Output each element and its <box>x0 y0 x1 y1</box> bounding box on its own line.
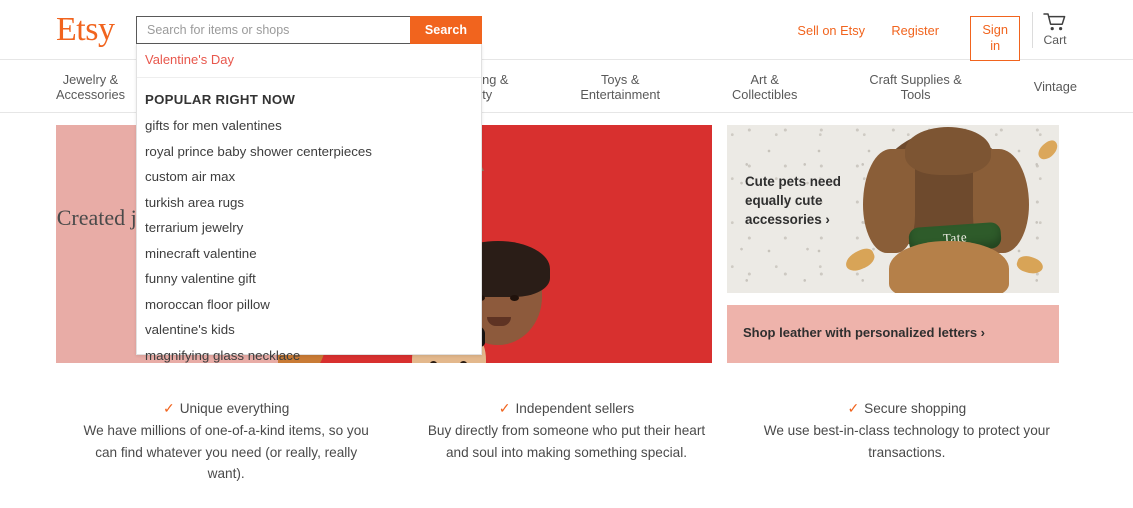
sell-on-etsy-link[interactable]: Sell on Etsy <box>797 23 865 38</box>
promo-pet-accessories[interactable]: Tate Cute pets need equally cute accesso… <box>727 125 1059 293</box>
suggestion-item[interactable]: custom air max <box>137 164 481 190</box>
value-prop-body: Buy directly from someone who put their … <box>427 423 706 460</box>
suggestion-item[interactable]: minecraft valentine <box>137 241 481 267</box>
nav-item-toys-entertainment[interactable]: Toys & Entertainment <box>580 72 660 102</box>
search-suggestions-dropdown: Valentine's Day POPULAR RIGHT NOW gifts … <box>136 44 482 363</box>
promo-leather-letters[interactable]: Shop leather with personalized letters › <box>727 305 1059 363</box>
promo-pet-text: Cute pets need equally cute accessories … <box>745 174 841 227</box>
promo-leather-text: Shop leather with personalized letters › <box>743 325 985 340</box>
value-props: ✓ Unique everything We have millions of o… <box>56 398 1077 488</box>
suggestions-heading: POPULAR RIGHT NOW <box>145 92 296 107</box>
suggestion-item[interactable]: turkish area rugs <box>137 190 481 216</box>
sign-in-button[interactable]: Sign in <box>970 16 1020 61</box>
value-prop-unique-everything: ✓ Unique everything We have millions of o… <box>56 398 396 488</box>
value-prop-title: ✓ Secure shopping <box>847 400 967 416</box>
hero-side-promos: Tate Cute pets need equally cute accesso… <box>727 125 1059 363</box>
suggestion-valentines-day[interactable]: Valentine's Day <box>145 51 481 69</box>
suggestion-item[interactable]: valentine's kids <box>137 317 481 343</box>
search-input[interactable] <box>136 16 410 44</box>
suggestions-top-section: Valentine's Day <box>137 44 481 78</box>
value-prop-title: ✓ Independent sellers <box>498 400 635 416</box>
nav-item-vintage[interactable]: Vintage <box>1034 79 1077 94</box>
suggestion-item[interactable]: magnifying glass necklace <box>137 343 481 369</box>
suggestion-item[interactable]: funny valentine gift <box>137 266 481 292</box>
value-prop-body: We have millions of one-of-a-kind items,… <box>83 423 369 481</box>
suggestion-item[interactable]: gifts for men valentines <box>137 113 481 139</box>
suggestion-item[interactable]: terrarium jewelry <box>137 215 481 241</box>
check-icon: ✓ <box>847 400 860 416</box>
search-bar: Search <box>136 16 482 44</box>
check-icon: ✓ <box>498 400 511 416</box>
value-prop-independent-sellers: ✓ Independent sellers Buy directly from s… <box>396 398 736 488</box>
search-button[interactable]: Search <box>410 16 482 44</box>
suggestions-list: gifts for men valentines royal prince ba… <box>137 113 481 374</box>
header-divider <box>1032 12 1033 48</box>
value-prop-title: ✓ Unique everything <box>163 400 290 416</box>
register-link[interactable]: Register <box>891 23 939 38</box>
suggestion-item[interactable]: royal prince baby shower centerpieces <box>137 139 481 165</box>
cart-label: Cart <box>1043 33 1067 47</box>
nav-item-craft-supplies-tools[interactable]: Craft Supplies & Tools <box>869 72 961 102</box>
value-prop-secure-shopping: ✓ Secure shopping We use best-in-class te… <box>737 398 1077 488</box>
etsy-logo[interactable]: Etsy <box>56 12 115 48</box>
etsy-homepage: Etsy Search Sell on Etsy Register Sign i… <box>0 0 1133 508</box>
check-icon: ✓ <box>163 400 175 416</box>
nav-item-jewelry-accessories[interactable]: Jewelry & Accessories <box>56 72 125 102</box>
cart-button[interactable]: Cart <box>1035 12 1075 47</box>
cart-icon <box>1043 13 1066 31</box>
nav-item-art-collectibles[interactable]: Art & Collectibles <box>732 72 797 102</box>
value-prop-body: We use best-in-class technology to prote… <box>763 423 1050 460</box>
suggestion-item[interactable]: moroccan floor pillow <box>137 292 481 318</box>
